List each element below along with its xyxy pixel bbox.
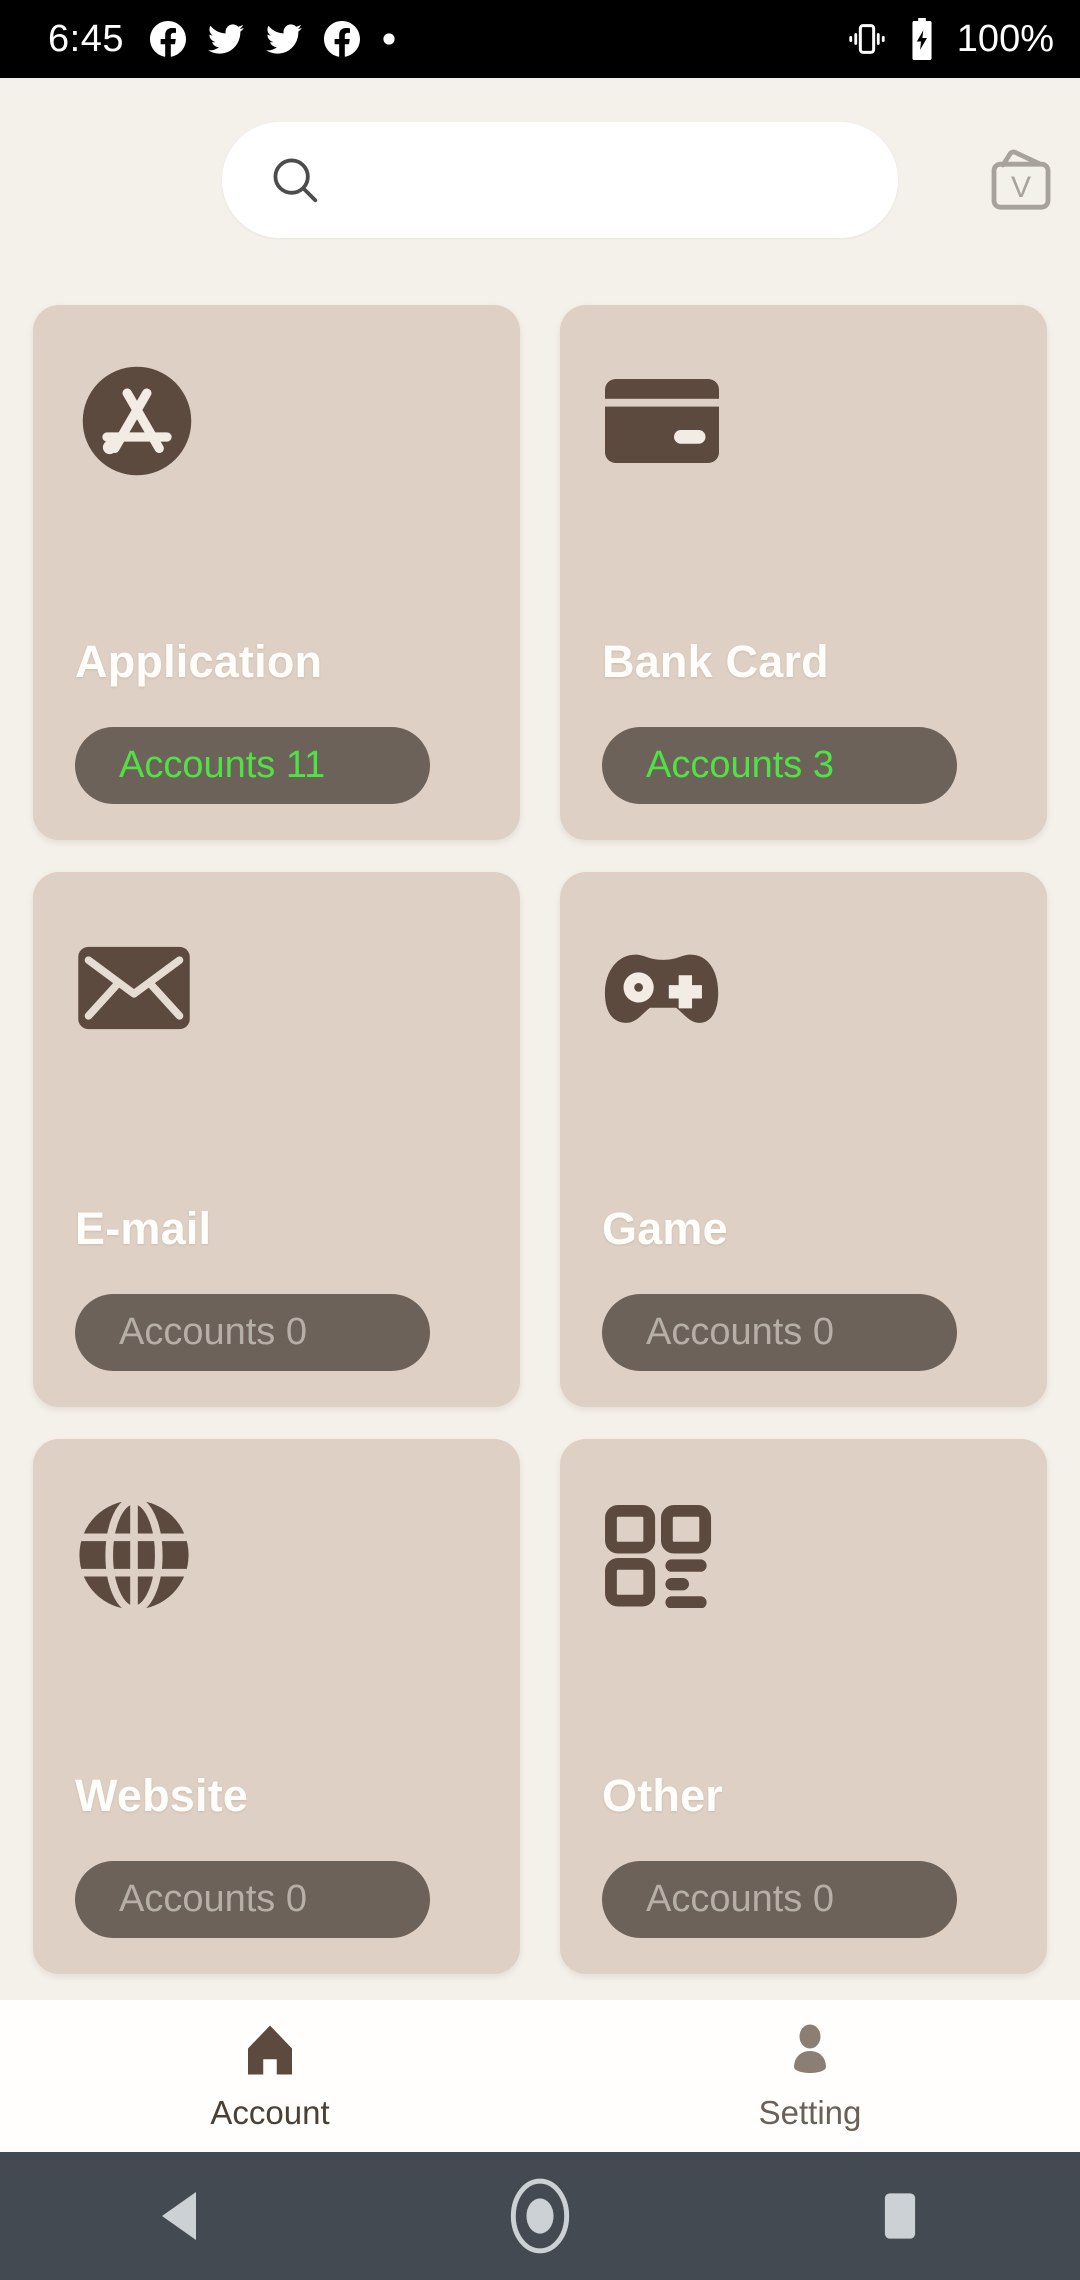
card-icon-wrap (75, 928, 478, 1048)
card-icon-wrap (602, 361, 1005, 481)
nav-home-button[interactable] (360, 2177, 720, 2255)
battery-charging-icon (912, 18, 932, 60)
envelope-icon (78, 946, 190, 1030)
category-card-website[interactable]: Website Accounts 0 (33, 1439, 520, 1974)
search-row: V (0, 122, 1080, 240)
nav-recents-button[interactable] (720, 2191, 1080, 2241)
card-title: Application (75, 636, 323, 687)
card-title: Website (75, 1770, 249, 1821)
recents-square-icon (884, 2193, 916, 2239)
tab-account[interactable]: Account (0, 2000, 540, 2152)
card-icon-wrap (75, 1495, 478, 1615)
card-title: Other (602, 1770, 724, 1821)
credit-card-icon (605, 379, 719, 463)
status-bar: 6:45 100% (0, 0, 1080, 78)
category-card-application[interactable]: Application Accounts 11 (33, 305, 520, 840)
category-card-other[interactable]: Other Accounts 0 (560, 1439, 1047, 1974)
card-accounts-badge: Accounts 0 (75, 1294, 430, 1371)
battery-percentage: 100% (956, 18, 1054, 60)
app-store-icon (82, 366, 192, 476)
bottom-tab-bar: Account Setting (0, 2000, 1080, 2152)
card-accounts-label: Accounts 3 (646, 744, 834, 786)
vault-button[interactable]: V (978, 140, 1064, 220)
gamepad-icon (604, 954, 719, 1023)
tab-setting-label: Setting (758, 2094, 862, 2131)
card-accounts-label: Accounts 11 (119, 744, 326, 786)
search-icon (273, 158, 318, 203)
nav-back-button[interactable] (0, 2190, 360, 2242)
status-bar-clock: 6:45 (48, 18, 124, 60)
card-icon-wrap (602, 1495, 1005, 1615)
card-icon-wrap (602, 928, 1005, 1048)
globe-icon (79, 1496, 189, 1614)
card-accounts-badge: Accounts 0 (602, 1861, 957, 1938)
vibrate-icon (849, 24, 885, 54)
card-accounts-label: Accounts 0 (119, 1878, 307, 1920)
facebook-icon (323, 21, 360, 57)
card-title: E-mail (75, 1203, 212, 1254)
twitter-icon (207, 24, 244, 54)
card-title: Game (602, 1203, 728, 1254)
category-grid: Application Accounts 11 Bank Card Accoun… (33, 305, 1047, 1974)
category-card-bank-card[interactable]: Bank Card Accounts 3 (560, 305, 1047, 840)
tab-account-label: Account (210, 2094, 330, 2131)
card-icon-wrap (75, 361, 478, 481)
card-accounts-badge: Accounts 0 (75, 1861, 430, 1938)
card-accounts-badge: Accounts 0 (602, 1294, 957, 1371)
category-card-game[interactable]: Game Accounts 0 (560, 872, 1047, 1407)
card-accounts-label: Accounts 0 (646, 1878, 834, 1920)
home-circle-icon (510, 2178, 570, 2254)
person-icon (794, 2024, 826, 2073)
search-bar[interactable] (222, 122, 898, 238)
phone-screen: 6:45 100% V Application Accounts 11 Bank… (0, 0, 1080, 2280)
back-triangle-icon (162, 2192, 196, 2240)
qr-grid-icon (605, 1504, 712, 1608)
home-icon (248, 2025, 292, 2075)
android-navigation-bar (0, 2152, 1080, 2280)
facebook-icon (149, 21, 186, 57)
card-title: Bank Card (602, 636, 829, 687)
svg-text:V: V (1011, 171, 1031, 204)
dot-icon (383, 33, 395, 45)
search-input[interactable] (344, 159, 864, 201)
notification-icons (149, 21, 396, 57)
category-card-email[interactable]: E-mail Accounts 0 (33, 872, 520, 1407)
card-accounts-label: Accounts 0 (119, 1311, 307, 1353)
twitter-icon (265, 24, 302, 54)
card-accounts-label: Accounts 0 (646, 1311, 834, 1353)
card-accounts-badge: Accounts 3 (602, 727, 957, 804)
vault-folder-v-icon: V (991, 149, 1051, 210)
tab-setting[interactable]: Setting (540, 2000, 1080, 2152)
status-bar-right: 100% (847, 18, 1054, 60)
card-accounts-badge: Accounts 11 (75, 727, 430, 804)
